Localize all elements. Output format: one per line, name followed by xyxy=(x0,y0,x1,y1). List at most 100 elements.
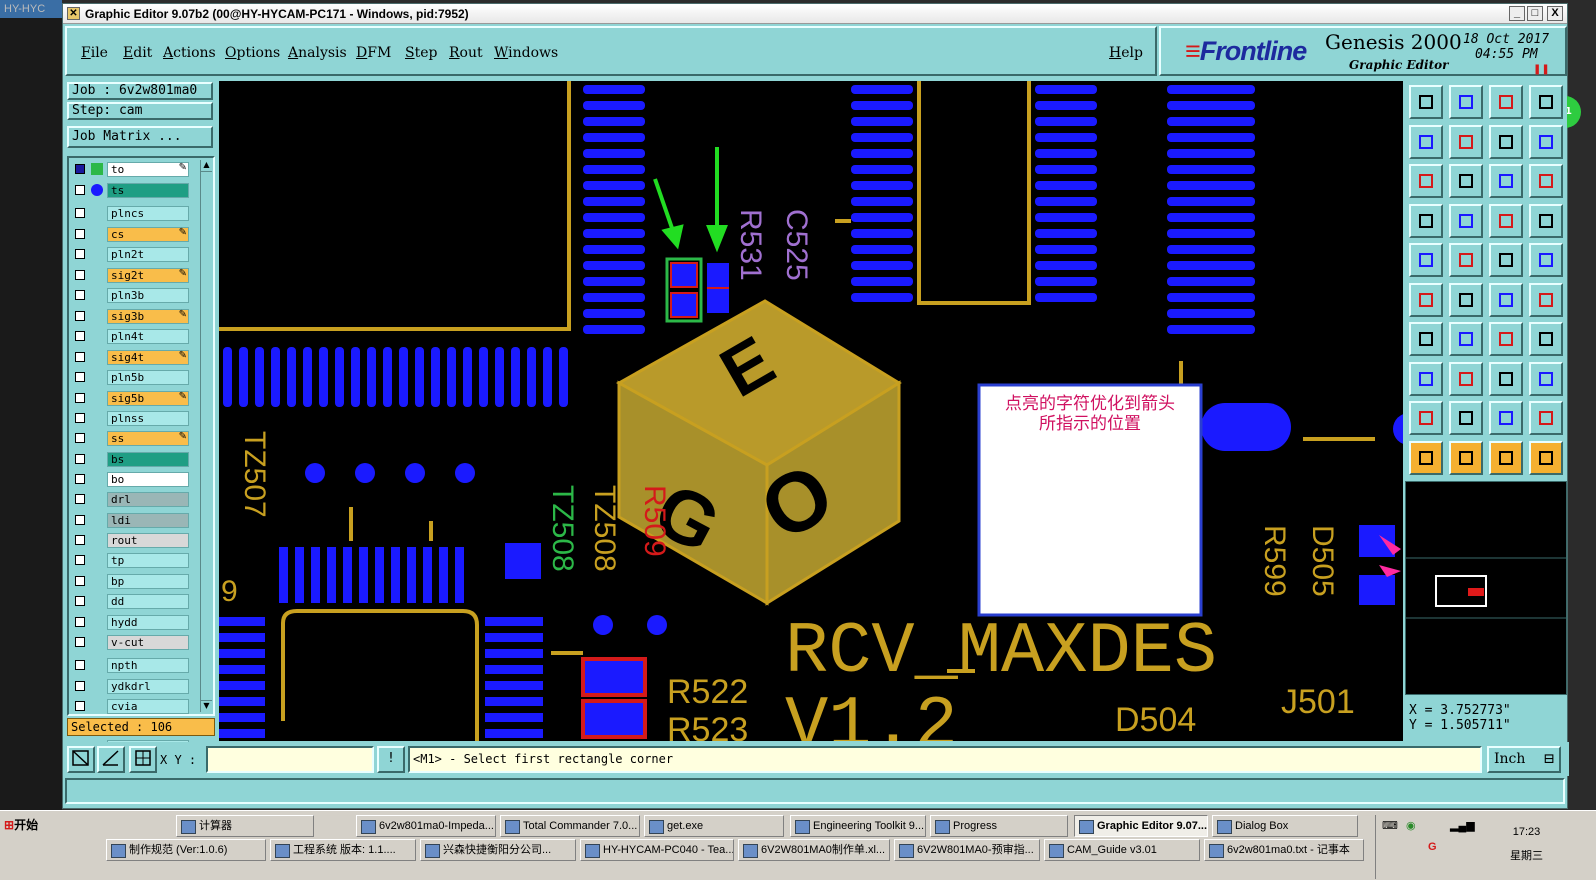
layer-checkbox[interactable] xyxy=(75,269,85,280)
circle-tool[interactable] xyxy=(1529,243,1563,277)
taskbar-button[interactable]: Engineering Toolkit 9.... xyxy=(790,815,926,837)
layer-row-bo[interactable]: bo xyxy=(73,472,189,487)
layer-row-bs[interactable]: bs xyxy=(73,451,189,467)
title-bar[interactable]: ✕ Graphic Editor 9.07b2 (00@HY-HYCAM-PC1… xyxy=(63,4,1567,24)
layer-row-bp[interactable]: bp xyxy=(73,573,189,589)
layer-row-ss[interactable]: ss ✎ xyxy=(73,431,189,446)
minimap[interactable] xyxy=(1405,481,1567,695)
layer-row-sig3b[interactable]: sig3b ✎ xyxy=(73,308,189,324)
layer-checkbox[interactable] xyxy=(75,208,85,218)
pcb-view[interactable]: E G O R531 C525 TZ507 TZ508 TZ508 R509 R… xyxy=(219,81,1403,741)
triangle-edit-tool[interactable] xyxy=(1449,401,1483,435)
net-tool[interactable] xyxy=(1409,282,1443,317)
taskbar-button[interactable]: get.exe xyxy=(644,815,784,837)
ruler-tool[interactable] xyxy=(1489,243,1523,277)
units-dropdown[interactable]: Inch ⊟ xyxy=(1487,746,1561,773)
measure-button[interactable] xyxy=(97,746,125,773)
scroll-down-icon[interactable]: ▼ xyxy=(201,700,212,712)
angle-tool[interactable] xyxy=(1409,322,1443,356)
arc-tool[interactable] xyxy=(1489,322,1523,356)
line-angle-tool[interactable] xyxy=(1529,282,1563,317)
split-tool[interactable] xyxy=(1529,322,1563,356)
layer-name[interactable]: pln3b xyxy=(107,288,189,303)
job-matrix-button[interactable]: Job Matrix ... xyxy=(67,126,213,148)
menu-analysis[interactable]: Analysis xyxy=(288,45,347,61)
layer-name[interactable]: to xyxy=(107,162,189,177)
taskbar-button[interactable]: 工程系统 版本: 1.1.... xyxy=(270,839,416,861)
app-icon[interactable]: ✕ xyxy=(67,7,80,20)
taskbar-button[interactable]: 6v2w801ma0-Impeda... xyxy=(356,815,496,837)
layer-name[interactable]: bo xyxy=(107,472,189,487)
segment-tool[interactable] xyxy=(1449,361,1483,396)
pointer-tool[interactable] xyxy=(1409,440,1443,475)
triangle-fill-tool[interactable] xyxy=(1489,401,1523,435)
layer-name[interactable]: sig2t xyxy=(107,267,189,283)
layer-row-drl[interactable]: drl xyxy=(73,492,189,507)
taskbar-button[interactable]: Total Commander 7.0... xyxy=(500,815,640,837)
layer-row-sig5b[interactable]: sig5b ✎ xyxy=(73,390,189,406)
arrow-dot-tool[interactable] xyxy=(1489,282,1523,317)
layer-checkbox[interactable] xyxy=(75,453,85,464)
import-tool[interactable] xyxy=(1409,85,1443,119)
layer-row-pln2t[interactable]: pln2t xyxy=(73,247,189,262)
layer-stack-tool[interactable] xyxy=(1529,203,1563,238)
layer-name[interactable]: hydd xyxy=(107,614,189,630)
pan-tool[interactable] xyxy=(1449,164,1483,198)
layer-checkbox[interactable] xyxy=(75,433,85,443)
layer-name[interactable]: pln4t xyxy=(107,329,189,344)
pause-icon[interactable]: ❚❚ xyxy=(1533,64,1550,75)
xy-input[interactable] xyxy=(206,746,374,773)
info-button[interactable]: ! xyxy=(377,746,405,773)
taskbar-button[interactable]: HY-HYCAM-PC040 - Tea... xyxy=(580,839,734,861)
taskbar-button[interactable]: 6v2w801ma0.txt - 记事本 xyxy=(1204,839,1364,861)
layer-row-pln3b[interactable]: pln3b xyxy=(73,288,189,303)
layer-checkbox[interactable] xyxy=(75,413,85,423)
layer-row-npth[interactable]: npth xyxy=(73,658,189,673)
layer-name[interactable]: plncs xyxy=(107,206,189,221)
export-tool[interactable] xyxy=(1449,85,1483,119)
layer-checkbox[interactable] xyxy=(75,494,85,504)
network-icon[interactable]: ◉ xyxy=(1406,819,1416,832)
layer-checkbox[interactable] xyxy=(75,372,85,382)
layer-row-ts[interactable]: ts xyxy=(73,182,189,198)
layer-row-plnss[interactable]: plnss xyxy=(73,411,189,426)
layer-row-hydd[interactable]: hydd xyxy=(73,614,189,630)
query-tool[interactable] xyxy=(1529,164,1563,198)
layer-checkbox[interactable] xyxy=(75,636,85,647)
layer-checkbox[interactable] xyxy=(75,228,85,239)
window-tool[interactable] xyxy=(1529,85,1563,119)
layer-name[interactable]: ydkdrl xyxy=(107,678,189,694)
layer-row-cvia[interactable]: cvia xyxy=(73,699,189,714)
layer-row-rout[interactable]: rout xyxy=(73,533,189,548)
taskbar-button[interactable]: 计算器 xyxy=(176,815,314,837)
layer-name[interactable]: sig5b xyxy=(107,390,189,406)
layer-row-pln5b[interactable]: pln5b xyxy=(73,370,189,385)
taskbar-button[interactable]: 6V2W801MA0-预审指... xyxy=(894,839,1040,861)
taskbar-button[interactable]: 6V2W801MA0制作单.xl... xyxy=(738,839,890,861)
layer-row-dd[interactable]: dd xyxy=(73,594,189,609)
minimize-button[interactable]: _ xyxy=(1509,6,1525,21)
layer-checkbox[interactable] xyxy=(75,514,85,525)
layer-row-sig2t[interactable]: sig2t ✎ xyxy=(73,267,189,283)
zoom-window-button[interactable] xyxy=(67,746,95,773)
cross-tool[interactable] xyxy=(1449,282,1483,317)
menu-rout[interactable]: Rout xyxy=(449,45,483,61)
graphics-canvas[interactable]: E G O R531 C525 TZ507 TZ508 TZ508 R509 R… xyxy=(219,81,1403,741)
snap-right-tool[interactable] xyxy=(1449,124,1483,159)
layer-row-pln4t[interactable]: pln4t xyxy=(73,329,189,344)
layer-checkbox[interactable] xyxy=(75,310,85,321)
layer-name[interactable]: ss xyxy=(107,431,189,446)
layer-row-cs[interactable]: cs ✎ xyxy=(73,226,189,242)
snap-left-tool[interactable] xyxy=(1409,124,1443,159)
layer-checkbox[interactable] xyxy=(75,701,85,711)
layer-name[interactable]: pln2t xyxy=(107,247,189,262)
layer-name[interactable]: plnss xyxy=(107,411,189,426)
layer-checkbox[interactable] xyxy=(75,351,85,362)
taskbar-button[interactable]: Dialog Box xyxy=(1212,815,1358,837)
taskbar-button[interactable]: 兴森快捷衡阳分公司... xyxy=(420,839,576,861)
layer-red-tool[interactable] xyxy=(1489,203,1523,238)
layer-name[interactable]: bp xyxy=(107,573,189,589)
route-tool[interactable] xyxy=(1529,440,1563,475)
layer-checkbox[interactable] xyxy=(75,249,85,259)
layer-name[interactable]: bs xyxy=(107,451,189,467)
